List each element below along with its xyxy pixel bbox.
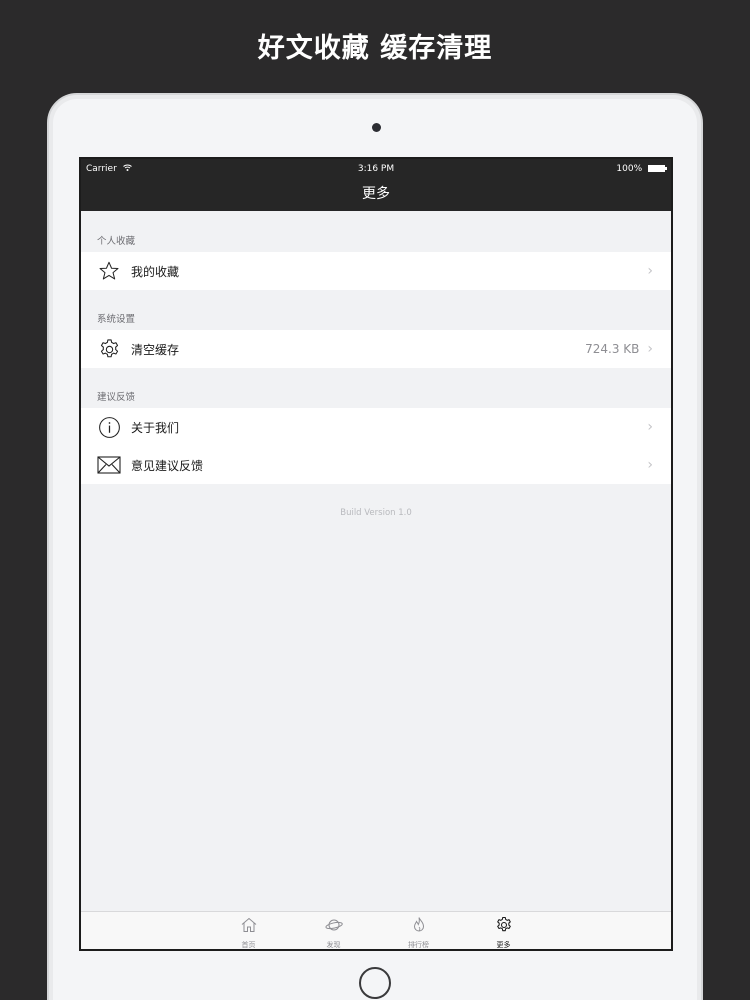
gear-icon: [495, 916, 513, 938]
battery-icon: [648, 165, 667, 172]
tab-ranking[interactable]: 排行榜: [400, 912, 438, 949]
cell-label: 清空缓存: [131, 342, 180, 357]
fire-icon: [410, 916, 428, 938]
tab-home[interactable]: 首页: [230, 912, 268, 949]
chevron-right-icon: ›: [647, 263, 653, 279]
status-bar: Carrier 3:16 PM 100%: [81, 159, 671, 179]
tab-discover[interactable]: 发现: [315, 912, 353, 949]
battery-label: 100%: [616, 164, 643, 174]
status-battery: 100%: [616, 164, 667, 174]
build-version: Build Version 1.0: [340, 508, 412, 518]
status-time: 3:16 PM: [357, 164, 395, 174]
mail-icon: [97, 453, 121, 477]
gear-icon: [97, 337, 121, 361]
section-header-feedback: 建议反馈: [97, 392, 136, 403]
tab-label: 更多: [496, 941, 511, 949]
chevron-right-icon: ›: [647, 419, 653, 435]
cell-about-us[interactable]: 关于我们 ›: [81, 408, 671, 446]
info-icon: [97, 415, 121, 439]
section-header-settings: 系统设置: [97, 314, 136, 325]
tab-label: 首页: [241, 941, 256, 949]
cell-label: 意见建议反馈: [131, 458, 204, 473]
chevron-right-icon: ›: [647, 457, 653, 473]
camera: [372, 123, 381, 132]
tablet-device: Carrier 3:16 PM 100% 更多 个人收藏 我的收藏 › 系统设置…: [47, 93, 703, 1000]
chevron-right-icon: ›: [647, 341, 653, 357]
home-icon: [240, 916, 258, 938]
tab-bar: 首页 发现 排行榜 更多: [81, 911, 671, 949]
planet-icon: [324, 916, 343, 938]
home-button[interactable]: [359, 967, 391, 999]
tab-label: 排行榜: [408, 941, 429, 949]
cache-size: 724.3 KB: [585, 342, 640, 356]
nav-title: 更多: [362, 186, 390, 202]
promo-title: 好文收藏 缓存清理: [257, 33, 493, 64]
cell-clear-cache[interactable]: 清空缓存 724.3 KB ›: [81, 330, 671, 368]
tab-more[interactable]: 更多: [485, 912, 523, 949]
star-icon: [97, 259, 121, 283]
cell-my-favorites[interactable]: 我的收藏 ›: [81, 252, 671, 290]
screen: Carrier 3:16 PM 100% 更多 个人收藏 我的收藏 › 系统设置…: [79, 157, 673, 951]
cell-label: 我的收藏: [131, 264, 180, 279]
section-header-favorites: 个人收藏: [97, 236, 136, 247]
tab-label: 发现: [326, 941, 341, 949]
settings-table: 个人收藏 我的收藏 › 系统设置 清空缓存 724.3 KB › 建议反馈 关于…: [81, 211, 671, 518]
cell-label: 关于我们: [131, 420, 180, 435]
cell-feedback[interactable]: 意见建议反馈 ›: [81, 446, 671, 484]
nav-bar: 更多: [81, 179, 671, 211]
